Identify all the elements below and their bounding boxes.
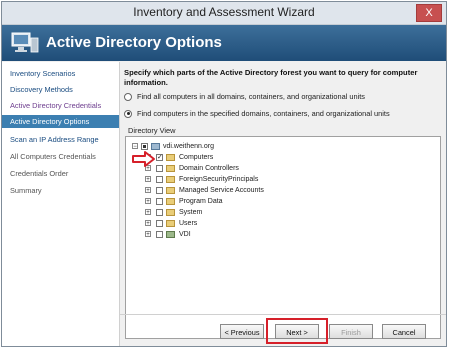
close-button[interactable]: X — [416, 4, 442, 22]
folder-icon — [166, 165, 175, 172]
tree-item-foreign-security-principals[interactable]: + ForeignSecurityPrincipals — [130, 175, 330, 184]
collapse-icon[interactable]: − — [132, 143, 138, 150]
tree-root-checkbox[interactable] — [141, 143, 148, 150]
window-title: Inventory and Assessment Wizard — [133, 5, 315, 19]
previous-button[interactable]: < Previous — [220, 324, 264, 339]
title-bar: Inventory and Assessment Wizard X — [2, 2, 446, 25]
radio-all-computers[interactable] — [124, 92, 132, 101]
option-all-computers[interactable]: Find all computers in all domains, conta… — [124, 92, 365, 101]
tree-item-users[interactable]: + Users — [130, 219, 330, 228]
tree-item-label: ForeignSecurityPrincipals — [179, 176, 259, 183]
sidebar-item-ad-options[interactable]: Active Directory Options — [2, 115, 119, 128]
folder-icon — [166, 220, 175, 227]
option-specified-computers[interactable]: Find computers in the specified domains,… — [124, 109, 390, 118]
next-button-highlight — [266, 318, 328, 344]
tree-item-vdi[interactable]: + VDI — [130, 230, 330, 239]
expand-icon[interactable]: + — [145, 198, 151, 205]
page-header: Active Directory Options — [2, 25, 446, 61]
domain-icon — [151, 143, 160, 150]
tree-item-checkbox[interactable] — [156, 220, 163, 227]
tree-item-computers-checkbox[interactable]: ✓ — [156, 154, 163, 161]
tree-item-label: Managed Service Accounts — [179, 187, 264, 194]
option-all-computers-label: Find all computers in all domains, conta… — [137, 92, 366, 101]
sidebar-item-all-computers-credentials[interactable]: All Computers Credentials — [2, 150, 119, 163]
red-arrow-icon — [132, 151, 155, 167]
sidebar-item-summary[interactable]: Summary — [2, 184, 119, 197]
footer-divider — [120, 314, 446, 315]
tree-item-label: Program Data — [179, 198, 223, 205]
expand-icon[interactable]: + — [145, 231, 151, 238]
tree-item-label: System — [179, 209, 203, 216]
folder-icon — [166, 154, 175, 161]
folder-icon — [166, 209, 175, 216]
tree-item-program-data[interactable]: + Program Data — [130, 197, 330, 206]
expand-icon[interactable]: + — [145, 209, 151, 216]
expand-icon[interactable]: + — [145, 220, 151, 227]
tree-item-label: Domain Controllers — [179, 165, 239, 172]
wizard-sidebar: Inventory Scenarios Discovery Methods Ac… — [2, 62, 120, 346]
folder-icon — [166, 176, 175, 183]
tree-item-computers[interactable]: + ✓ Computers — [130, 153, 330, 162]
tree-item-checkbox[interactable] — [156, 198, 163, 205]
tree-root-label: vdi.weithenn.org — [163, 143, 214, 150]
tree-item-system[interactable]: + System — [130, 208, 330, 217]
expand-icon[interactable]: + — [145, 187, 151, 194]
cancel-button[interactable]: Cancel — [382, 324, 426, 339]
tree-item-checkbox[interactable] — [156, 231, 163, 238]
radio-specified-computers[interactable] — [124, 109, 132, 118]
directory-tree[interactable]: − vdi.weithenn.org + ✓ Computers + Domai… — [125, 136, 441, 339]
finish-button[interactable]: Finish — [329, 324, 373, 339]
sidebar-item-ad-credentials[interactable]: Active Directory Credentials — [2, 99, 119, 112]
wizard-window: Inventory and Assessment Wizard X Active… — [1, 1, 447, 347]
tree-item-label: Users — [179, 220, 198, 227]
tree-item-checkbox[interactable] — [156, 165, 163, 172]
directory-view-label: Directory View — [128, 126, 176, 135]
page-title: Active Directory Options — [46, 34, 222, 51]
tree-item-domain-controllers[interactable]: + Domain Controllers — [130, 164, 330, 173]
tree-item-checkbox[interactable] — [156, 187, 163, 194]
tree-item-managed-service-accounts[interactable]: + Managed Service Accounts — [130, 186, 330, 195]
option-specified-computers-label: Find computers in the specified domains,… — [137, 109, 390, 118]
sidebar-item-discovery-methods[interactable]: Discovery Methods — [2, 83, 119, 96]
sidebar-item-inventory-scenarios[interactable]: Inventory Scenarios — [2, 67, 119, 80]
sidebar-item-credentials-order[interactable]: Credentials Order — [2, 167, 119, 180]
sidebar-item-scan-ip-range[interactable]: Scan an IP Address Range — [2, 133, 119, 146]
main-content: Specify which parts of the Active Direct… — [120, 62, 446, 346]
folder-icon — [166, 187, 175, 194]
tree-item-checkbox[interactable] — [156, 176, 163, 183]
ou-folder-icon — [166, 231, 175, 238]
folder-icon — [166, 198, 175, 205]
expand-icon[interactable]: + — [145, 176, 151, 183]
tree-item-label: VDI — [179, 231, 191, 238]
wizard-computer-icon — [11, 32, 39, 53]
tree-root[interactable]: − vdi.weithenn.org — [130, 142, 330, 151]
instruction-text: Specify which parts of the Active Direct… — [124, 68, 418, 87]
tree-item-checkbox[interactable] — [156, 209, 163, 216]
tree-item-label: Computers — [179, 154, 214, 161]
